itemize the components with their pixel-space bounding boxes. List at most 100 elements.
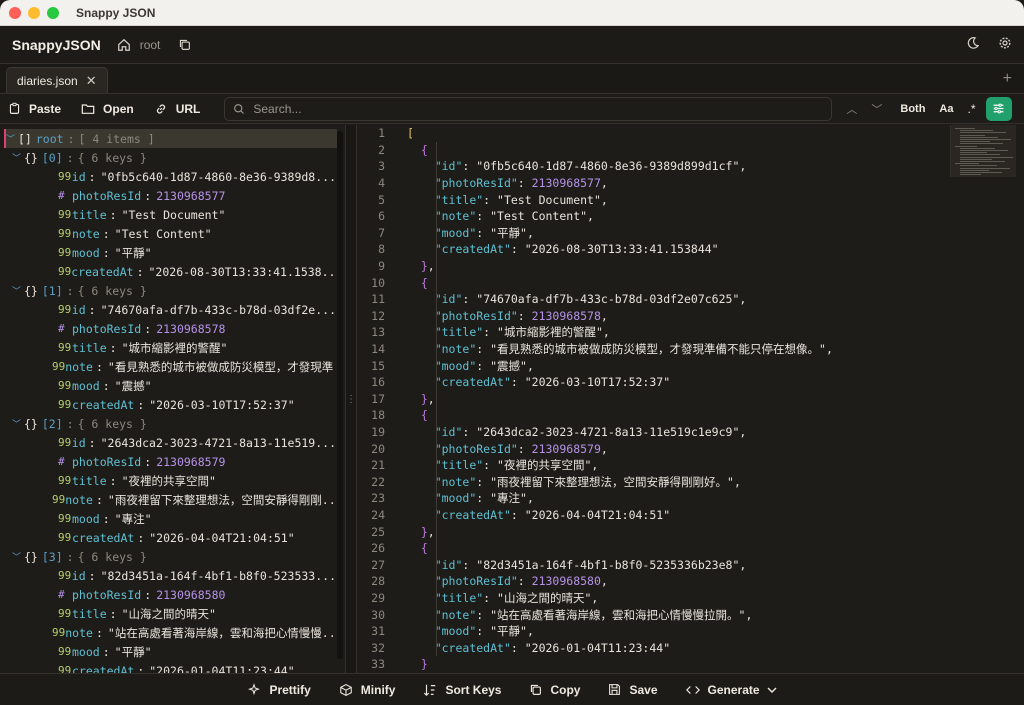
tree-leaf-row[interactable]: 99 mood: "震撼" xyxy=(0,376,336,395)
split-handle[interactable]: ⋮ xyxy=(345,125,357,673)
leaf-value: "山海之間的晴天" xyxy=(121,606,216,621)
tree-object-row[interactable]: ﹀{} [3]:{ 6 keys } xyxy=(0,547,336,566)
save-button[interactable]: Save xyxy=(608,683,658,697)
tree-leaf-row[interactable]: 99 createdAt: "2026-08-30T13:33:41.1538... xyxy=(0,262,336,281)
close-window-button[interactable] xyxy=(9,6,21,19)
tree-leaf-row[interactable]: # photoResId:2130968578 xyxy=(0,319,336,338)
tree-object-row[interactable]: ﹀{} [0]:{ 6 keys } xyxy=(0,148,336,167)
code-token: : xyxy=(517,441,532,456)
code-token: "看見熟悉的城市被做成防災模型，才發現準備不能只停在想像。" xyxy=(490,342,826,357)
tree-leaf-row[interactable]: 99 note: "站在高處看著海岸線，雲和海把心情慢慢... xyxy=(0,623,336,642)
code-editor[interactable]: 1[2 {3 "id": "0fb5c640-1d87-4860-8e36-93… xyxy=(357,125,1024,673)
url-button[interactable]: URL xyxy=(154,102,200,116)
tree-root-row[interactable]: ﹀ [] root : [ 4 items ] xyxy=(4,129,337,148)
tree-leaf-row[interactable]: 99 title: "城市縮影裡的警醒" xyxy=(0,338,336,357)
tree-leaf-row[interactable]: 99 note: "雨夜裡留下來整理想法，空間安靜得剛剛... xyxy=(0,490,336,509)
code-line: 30 "note": "站在高處看著海岸線，雲和海把心情慢慢拉開。", xyxy=(357,606,1024,623)
minimap-line xyxy=(960,167,1010,169)
tree-scrollbar[interactable] xyxy=(337,131,343,659)
zoom-window-button[interactable] xyxy=(47,6,59,19)
leaf-colon: : xyxy=(137,530,145,545)
collapse-chevron-icon[interactable]: ﹀ xyxy=(12,151,24,164)
minimap[interactable] xyxy=(950,125,1016,177)
minimize-window-button[interactable] xyxy=(28,6,40,19)
home-icon[interactable] xyxy=(117,38,131,52)
regex-toggle[interactable]: .* xyxy=(967,102,975,116)
add-tab-icon[interactable]: + xyxy=(1003,70,1012,88)
tree-leaf-row[interactable]: 99 note: "Test Content" xyxy=(0,224,336,243)
breadcrumb-root[interactable]: root xyxy=(140,38,161,52)
tree-leaf-row[interactable]: # photoResId:2130968579 xyxy=(0,452,336,471)
minimap-line xyxy=(960,139,1011,140)
object-index: [0] xyxy=(41,150,63,165)
drag-handle-icon[interactable]: ⋮ xyxy=(346,394,356,405)
code-token: , xyxy=(526,225,534,240)
code-line: 3 "id": "0fb5c640-1d87-4860-8e36-9389d89… xyxy=(357,158,1024,175)
prettify-button[interactable]: Prettify xyxy=(247,682,311,697)
copy-button[interactable]: Copy xyxy=(529,683,580,697)
copy-path-icon[interactable] xyxy=(178,38,191,51)
paste-button[interactable]: Paste xyxy=(8,102,61,116)
previous-match-icon[interactable]: ︿ xyxy=(846,101,857,117)
tree-leaf-row[interactable]: 99 mood: "平靜" xyxy=(0,642,336,661)
string-type-icon: 99 xyxy=(58,607,72,620)
window-title: Snappy JSON xyxy=(76,5,156,20)
collapse-chevron-icon[interactable]: ﹀ xyxy=(6,132,18,145)
collapse-chevron-icon[interactable]: ﹀ xyxy=(12,284,24,297)
filter-button[interactable] xyxy=(985,96,1012,121)
tree-object-row[interactable]: ﹀{} [1]:{ 6 keys } xyxy=(0,281,336,300)
tree-leaf-row[interactable]: 99 id: "0fb5c640-1d87-4860-8e36-9389d8... xyxy=(0,167,336,186)
tree-leaf-row[interactable]: 99 note: "看見熟悉的城市被做成防災模型，才發現準... xyxy=(0,357,336,376)
code-token: "2026-04-04T21:04:51" xyxy=(524,507,671,522)
tree-leaf-row[interactable]: 99 id: "82d3451a-164f-4bf1-b8f0-523533... xyxy=(0,566,336,585)
main-area: ﹀ [] root : [ 4 items ] ﹀{} [0]:{ 6 keys … xyxy=(0,125,1024,673)
object-key-count: { 6 keys } xyxy=(77,283,147,298)
search-input[interactable] xyxy=(253,101,814,116)
leaf-colon: : xyxy=(95,359,103,374)
line-number: 31 xyxy=(371,624,385,639)
collapse-chevron-icon[interactable]: ﹀ xyxy=(12,417,24,430)
tree-leaf-row[interactable]: 99 id: "2643dca2-3023-4721-8a13-11e519... xyxy=(0,433,336,452)
tree-leaf-row[interactable]: 99 createdAt: "2026-01-04T11:23:44" xyxy=(0,661,336,674)
code-line: 13 "title": "城市縮影裡的警醒", xyxy=(357,324,1024,341)
settings-gear-icon[interactable] xyxy=(998,36,1012,53)
tree-leaf-row[interactable]: 99 createdAt: "2026-03-10T17:52:37" xyxy=(0,395,336,414)
tree-leaf-row[interactable]: 99 title: "山海之間的晴天" xyxy=(0,604,336,623)
tree-leaf-row[interactable]: 99 title: "夜裡的共享空間" xyxy=(0,471,336,490)
code-token: "photoResId" xyxy=(434,574,518,589)
collapse-chevron-icon[interactable]: ﹀ xyxy=(12,550,24,563)
leaf-key: id xyxy=(71,568,86,583)
close-tab-icon[interactable]: ✕ xyxy=(86,73,97,89)
sort-keys-button[interactable]: Sort Keys xyxy=(423,683,501,697)
tree-leaf-row[interactable]: 99 title: "Test Document" xyxy=(0,205,336,224)
theme-moon-icon[interactable] xyxy=(966,36,980,53)
code-token: : xyxy=(510,640,525,655)
tree-leaf-row[interactable]: 99 createdAt: "2026-04-04T21:04:51" xyxy=(0,528,336,547)
tree-object-row[interactable]: ﹀{} [2]:{ 6 keys } xyxy=(0,414,336,433)
leaf-key: id xyxy=(71,435,86,450)
leaf-colon: : xyxy=(144,454,152,469)
code-token: "id" xyxy=(434,292,463,307)
next-match-icon[interactable]: ﹀ xyxy=(871,101,882,117)
match-case-toggle[interactable]: Aa xyxy=(939,103,953,115)
tree-leaf-row[interactable]: # photoResId:2130968577 xyxy=(0,186,336,205)
minify-button[interactable]: Minify xyxy=(339,683,395,697)
search-scope-toggle[interactable]: Both xyxy=(900,103,925,115)
tree-leaf-row[interactable]: 99 mood: "專注" xyxy=(0,509,336,528)
leaf-colon: : xyxy=(137,663,145,674)
tab-diaries-json[interactable]: diaries.json ✕ xyxy=(6,67,108,93)
leaf-key: note xyxy=(65,359,93,374)
code-line: 14 "note": "看見熟悉的城市被做成防災模型，才發現準備不能只停在想像。… xyxy=(357,341,1024,358)
tree-leaf-row[interactable]: 99 id: "74670afa-df7b-433c-b78d-03df2e... xyxy=(0,300,336,319)
sparkle-icon xyxy=(248,682,261,695)
tree-leaf-row[interactable]: # photoResId:2130968580 xyxy=(0,585,336,604)
open-button[interactable]: Open xyxy=(81,102,134,116)
generate-button[interactable]: Generate xyxy=(685,683,777,697)
string-type-icon: 99 xyxy=(58,208,72,221)
leaf-colon: : xyxy=(88,169,96,184)
tree-leaf-row[interactable]: 99 mood: "平靜" xyxy=(0,243,336,262)
